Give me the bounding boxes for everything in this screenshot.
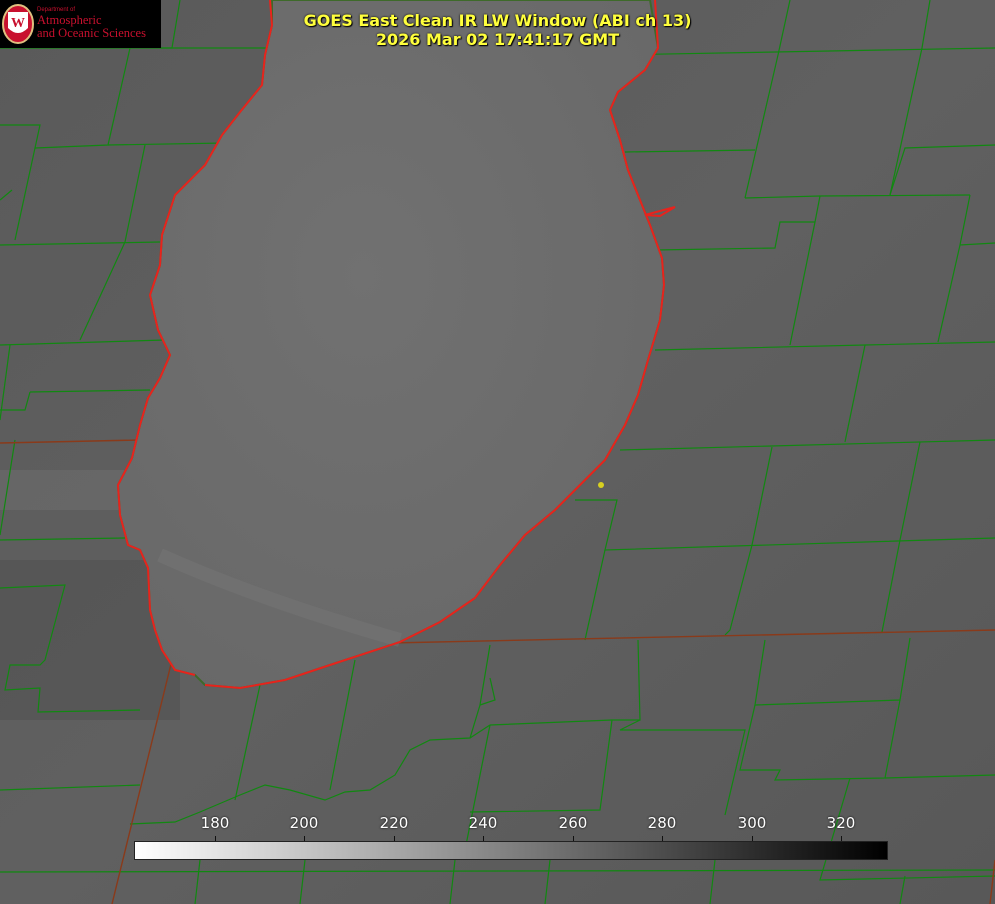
- colorbar-tick-label: 200: [289, 814, 319, 832]
- colorbar-tick-label: 260: [558, 814, 588, 832]
- colorbar-tick-label: 280: [647, 814, 677, 832]
- map-timestamp: 2026 Mar 02 17:41:17 GMT: [375, 30, 620, 49]
- logo-line-2: and Oceanic Sciences: [37, 26, 146, 41]
- colorbar-tick-label: 300: [737, 814, 767, 832]
- aos-logo: W Department of Atmospheric and Oceanic …: [0, 0, 161, 48]
- satellite-map: [0, 0, 995, 904]
- temperature-colorbar: [134, 841, 888, 860]
- location-marker: [598, 482, 604, 488]
- svg-text:W: W: [11, 16, 25, 31]
- colorbar-tick-label: 240: [468, 814, 498, 832]
- logo-line-1: Atmospheric: [37, 12, 102, 27]
- map-title: GOES East Clean IR LW Window (ABI ch 13): [303, 11, 692, 30]
- uw-crest-icon: W: [2, 4, 34, 44]
- colorbar-tick-label: 220: [379, 814, 409, 832]
- colorbar-tick-label: 320: [826, 814, 856, 832]
- colorbar-tick-label: 180: [200, 814, 230, 832]
